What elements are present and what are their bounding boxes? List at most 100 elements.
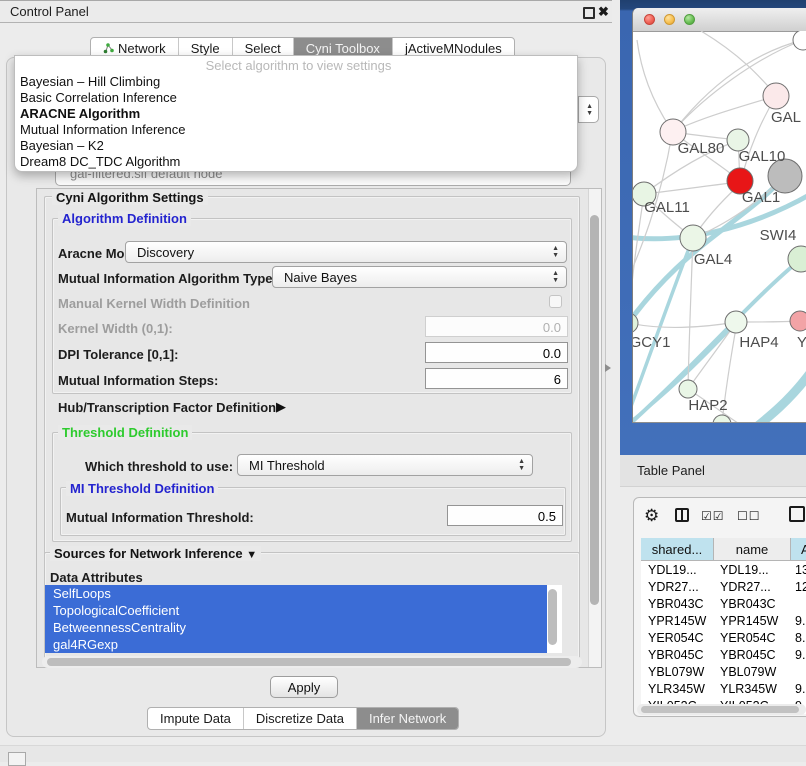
stepper-icon: ▲▼ (518, 458, 525, 472)
which-threshold-label: Which threshold to use: (85, 459, 233, 474)
dropdown-item[interactable]: Dream8 DC_TDC Algorithm (15, 154, 577, 170)
stepper-icon: ▲▼ (552, 245, 559, 259)
float-window-icon[interactable] (583, 7, 595, 19)
zoom-traffic-light[interactable] (684, 14, 695, 25)
table-panel-titlebar: Table Panel (620, 455, 806, 487)
dpi-tolerance-field[interactable]: 0.0 (425, 342, 568, 363)
cyni-settings-group-title: Cyni Algorithm Settings (52, 190, 208, 205)
bottom-left-icon[interactable] (8, 752, 26, 766)
table-cell[interactable]: 9. (795, 613, 806, 630)
minimize-traffic-light[interactable] (664, 14, 675, 25)
network-node-label: GAL11 (644, 199, 690, 216)
table-cell[interactable]: YBR043C (720, 596, 788, 613)
list-item[interactable]: gal4RGexp (45, 636, 547, 653)
settings-scrollbar-thumb[interactable] (590, 215, 599, 605)
network-node-Y[interactable] (790, 311, 806, 331)
table-cell[interactable]: YBR045C (648, 647, 712, 664)
network-node-unlabeled[interactable] (793, 31, 806, 50)
table-cell[interactable]: 12 (795, 579, 806, 596)
table-cell[interactable]: 13 (795, 562, 806, 579)
table-cell[interactable]: YBR043C (648, 596, 712, 613)
inference-combo-fragment[interactable]: ▲▼ (578, 96, 599, 123)
list-scrollbar-thumb[interactable] (548, 589, 557, 645)
tab-impute-data[interactable]: Impute Data (148, 708, 244, 729)
list-item[interactable]: BetweennessCentrality (45, 619, 547, 636)
table-cell[interactable]: YLR345W (648, 681, 712, 698)
table-cell[interactable]: YDR27... (720, 579, 788, 596)
mi-steps-field[interactable]: 6 (425, 368, 568, 389)
table-cell[interactable]: YLR345W (720, 681, 788, 698)
apply-button[interactable]: Apply (270, 676, 338, 698)
table-panel-title: Table Panel (637, 463, 705, 478)
network-node-label: GCY1 (633, 334, 670, 351)
splitter-handle-icon[interactable] (605, 364, 611, 372)
stepper-icon: ▲▼ (552, 270, 559, 284)
table-cell[interactable]: YBR045C (720, 647, 788, 664)
dropdown-item-selected[interactable]: ARACNE Algorithm (15, 106, 577, 122)
network-node-GAL4[interactable] (680, 225, 706, 251)
kernel-width-field[interactable]: 0.0 (425, 316, 568, 337)
control-panel-title: Control Panel (10, 4, 89, 19)
dropdown-item[interactable]: Bayesian – K2 (15, 138, 577, 154)
data-attributes-list[interactable]: SelfLoops TopologicalCoefficient Between… (45, 585, 562, 653)
close-traffic-light[interactable] (644, 14, 655, 25)
mi-type-combo[interactable]: Naive Bayes ▲▼ (272, 266, 567, 288)
sources-group-title[interactable]: Sources for Network Inference ▼ (50, 546, 261, 561)
column-header-shared-name[interactable]: shared... (641, 538, 714, 561)
table-cell[interactable]: YPR145W (720, 613, 788, 630)
threshold-definition-title: Threshold Definition (58, 425, 192, 440)
network-node-HAP4[interactable] (725, 311, 747, 333)
unchecked-checkboxes-icon[interactable]: ☐☐ (737, 509, 761, 523)
hub-section-label[interactable]: Hub/Transcription Factor Definition (58, 400, 276, 415)
table-cell[interactable]: YBL079W (720, 664, 788, 681)
dropdown-item[interactable]: Basic Correlation Inference (15, 90, 577, 106)
network-window: GALGAL80GAL10GAL1GAL11GAL4SWI4GCY1HAP4YH… (632, 8, 806, 423)
tab-discretize-data[interactable]: Discretize Data (244, 708, 357, 729)
bottom-tabs: Impute Data Discretize Data Infer Networ… (147, 707, 459, 730)
aracne-mode-combo[interactable]: Discovery ▲▼ (125, 241, 567, 263)
dropdown-item[interactable]: Mutual Information Inference (15, 122, 577, 138)
settings-horizontal-scrollbar[interactable] (42, 656, 582, 668)
page-icon[interactable] (789, 506, 805, 522)
table-cell[interactable]: YDR27... (648, 579, 712, 596)
network-node-HAP2[interactable] (679, 380, 697, 398)
tab-infer-network[interactable]: Infer Network (357, 708, 458, 729)
network-node-label: HAP2 (688, 397, 727, 414)
manual-kernel-checkbox[interactable] (549, 295, 562, 308)
network-node-label: SWI4 (760, 227, 797, 244)
collapse-right-icon[interactable]: ▶ (276, 399, 286, 415)
table-cell[interactable]: 9. (795, 681, 806, 698)
close-icon[interactable]: ✖ (598, 4, 609, 20)
checked-checkboxes-icon[interactable]: ☑☑ (701, 509, 725, 523)
which-threshold-combo[interactable]: MI Threshold ▲▼ (237, 454, 533, 476)
column-header-partial[interactable]: A (791, 538, 806, 561)
list-item[interactable]: SelfLoops (45, 585, 547, 602)
network-node-label: GAL10 (739, 148, 786, 165)
table-cell[interactable]: YER054C (648, 630, 712, 647)
list-item[interactable]: TopologicalCoefficient (45, 602, 547, 619)
mi-threshold-field[interactable]: 0.5 (447, 505, 563, 526)
mi-steps-label: Mutual Information Steps: (58, 373, 218, 388)
split-columns-icon[interactable] (675, 508, 689, 522)
dropdown-item[interactable]: Bayesian – Hill Climbing (15, 74, 577, 90)
network-node-GCY1[interactable] (633, 313, 638, 333)
table-scrollbar-thumb[interactable] (641, 706, 799, 713)
column-header-name[interactable]: name (714, 538, 791, 561)
algorithm-definition-title: Algorithm Definition (58, 211, 191, 226)
network-node-label: Y (797, 334, 806, 351)
table-cell[interactable]: YPR145W (648, 613, 712, 630)
gear-icon[interactable]: ⚙ (644, 506, 659, 526)
network-node-GAL[interactable] (763, 83, 789, 109)
network-window-titlebar[interactable] (633, 8, 806, 32)
table-cell[interactable]: 8. (795, 630, 806, 647)
table-cell[interactable]: YDL19... (720, 562, 788, 579)
dropdown-placeholder: Select algorithm to view settings (15, 58, 577, 74)
table-cell[interactable]: YDL19... (648, 562, 712, 579)
table-cell[interactable]: 9. (795, 647, 806, 664)
kernel-width-label: Kernel Width (0,1): (58, 321, 173, 336)
table-cell[interactable]: YER054C (720, 630, 788, 647)
table-horizontal-scrollbar[interactable] (637, 704, 806, 715)
table-cell[interactable]: YBL079W (648, 664, 712, 681)
h-scrollbar-thumb[interactable] (47, 658, 571, 666)
network-svg: GALGAL80GAL10GAL1GAL11GAL4SWI4GCY1HAP4YH… (633, 31, 806, 423)
